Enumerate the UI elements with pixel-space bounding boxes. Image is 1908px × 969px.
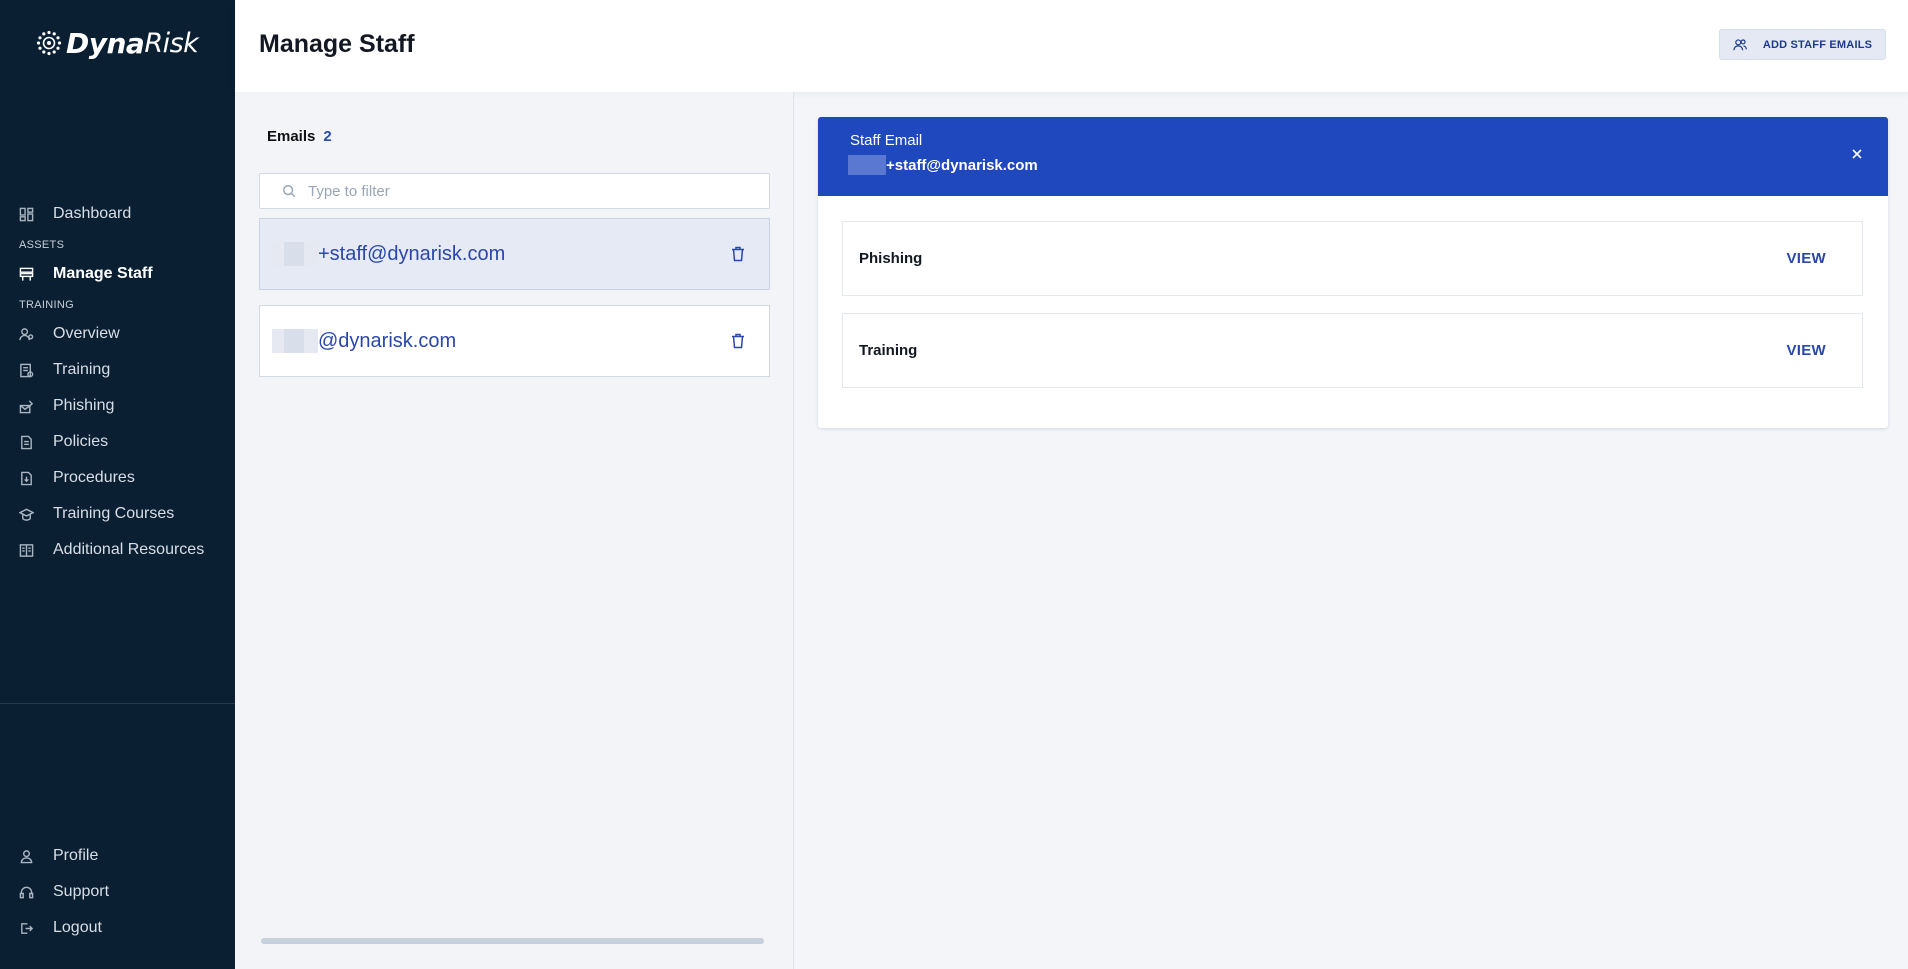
filter-box (259, 173, 770, 209)
sidebar-item-label: Procedures (53, 469, 135, 486)
sidebar-item-dashboard[interactable]: Dashboard (0, 198, 235, 230)
redacted-username (272, 329, 318, 353)
detail-email: +staff@dynarisk.com (848, 155, 1038, 175)
sidebar-item-manage-staff[interactable]: Manage Staff (0, 258, 235, 290)
detail-email-text: +staff@dynarisk.com (886, 156, 1038, 174)
phishing-view-button[interactable]: VIEW (1786, 250, 1826, 267)
logout-icon (18, 920, 34, 936)
sidebar-item-procedures[interactable]: Procedures (0, 462, 235, 494)
sidebar-item-logout[interactable]: Logout (0, 912, 235, 944)
section-label-training: TRAINING (19, 299, 74, 311)
training-icon (18, 362, 34, 378)
courses-icon (18, 506, 34, 522)
sidebar-item-label: Additional Resources (53, 541, 205, 558)
procedures-icon (18, 470, 34, 486)
sidebar-item-label: Manage Staff (53, 265, 153, 282)
profile-icon (18, 848, 34, 864)
sidebar-item-label: Dashboard (53, 205, 132, 222)
add-staff-emails-button[interactable]: ADD STAFF EMAILS (1719, 29, 1886, 60)
close-detail-button[interactable] (1850, 147, 1866, 163)
sidebar-item-label: Training (53, 361, 111, 378)
dynarisk-logo[interactable]: Dyna Risk (36, 26, 199, 60)
close-icon (1852, 149, 1862, 159)
trash-icon (732, 246, 744, 262)
sidebar-item-training-courses[interactable]: Training Courses (0, 498, 235, 530)
delete-email-button[interactable] (729, 245, 747, 263)
phishing-card-title: Phishing (859, 250, 923, 267)
sidebar: Dyna Risk Dashboard ASSETS Manage Staff T… (0, 0, 235, 969)
add-staff-emails-label: ADD STAFF EMAILS (1762, 38, 1873, 51)
sidebar-item-label: Phishing (53, 397, 115, 414)
resources-icon (18, 542, 34, 558)
emails-heading: Emails 2 (267, 128, 332, 145)
redacted-username (848, 155, 886, 175)
sidebar-item-support[interactable]: Support (0, 876, 235, 908)
sidebar-item-policies[interactable]: Policies (0, 426, 235, 458)
detail-label: Staff Email (850, 132, 923, 149)
logo-mark-icon (36, 30, 62, 56)
sidebar-item-label: Policies (53, 433, 109, 450)
policies-icon (18, 434, 34, 450)
emails-panel: Emails 2 +staff@dynarisk.com @dynarisk.co… (235, 92, 794, 969)
sidebar-item-overview[interactable]: Overview (0, 318, 235, 350)
redacted-username (272, 242, 318, 266)
logo-text-dyna: Dyna (66, 26, 145, 60)
sidebar-item-label: Overview (53, 325, 120, 342)
support-icon (18, 884, 34, 900)
email-list-item[interactable]: +staff@dynarisk.com (259, 218, 770, 290)
staff-email-detail-panel: Staff Email +staff@dynarisk.com Phishing… (818, 117, 1888, 428)
sidebar-item-additional-resources[interactable]: Additional Resources (0, 534, 235, 566)
sidebar-item-label: Logout (53, 919, 102, 936)
dashboard-icon (18, 206, 34, 222)
sidebar-item-label: Profile (53, 847, 99, 864)
section-label-assets: ASSETS (19, 239, 65, 251)
search-icon (283, 185, 296, 198)
overview-icon (18, 326, 34, 342)
logo-text-risk: Risk (144, 27, 199, 59)
page-title: Manage Staff (259, 30, 415, 58)
email-address: @dynarisk.com (318, 329, 457, 352)
emails-count: 2 (323, 128, 332, 145)
training-view-button[interactable]: VIEW (1786, 342, 1826, 359)
phishing-card: Phishing VIEW (842, 221, 1863, 296)
sidebar-divider (0, 703, 235, 704)
sidebar-item-label: Support (53, 883, 110, 900)
phishing-icon (18, 398, 34, 414)
training-card-title: Training (859, 342, 918, 359)
sidebar-item-phishing[interactable]: Phishing (0, 390, 235, 422)
trash-icon (732, 333, 744, 349)
email-list-item[interactable]: @dynarisk.com (259, 305, 770, 377)
email-address: +staff@dynarisk.com (318, 242, 506, 265)
training-card: Training VIEW (842, 313, 1863, 388)
top-header: Manage Staff ADD STAFF EMAILS (235, 0, 1908, 92)
sidebar-item-training[interactable]: Training (0, 354, 235, 386)
detail-header: Staff Email +staff@dynarisk.com (818, 117, 1888, 196)
filter-input[interactable] (308, 182, 748, 200)
add-users-icon (1733, 38, 1747, 50)
delete-email-button[interactable] (729, 332, 747, 350)
emails-heading-label: Emails (267, 128, 316, 145)
sidebar-item-label: Training Courses (53, 505, 175, 522)
staff-icon (18, 266, 34, 282)
sidebar-item-profile[interactable]: Profile (0, 840, 235, 872)
horizontal-scrollbar[interactable] (261, 938, 764, 944)
